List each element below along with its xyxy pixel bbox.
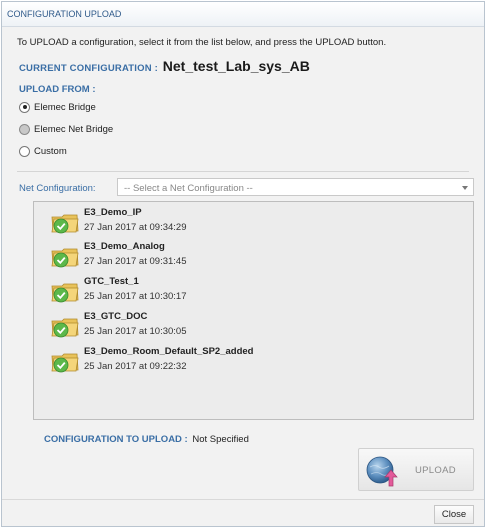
radio-unselected-icon[interactable] [19,145,30,157]
upload-from-label: UPLOAD FROM : [19,84,96,95]
folder-check-icon [51,353,79,373]
list-item[interactable]: E3_Demo_Room_Default_SP2_added 25 Jan 20… [34,341,473,375]
folder-check-icon [51,248,79,268]
list-item[interactable]: E3_Demo_Analog 27 Jan 2017 at 09:31:45 [34,236,473,270]
configuration-date: 25 Jan 2017 at 10:30:17 [84,291,187,302]
folder-check-icon [51,283,79,303]
configuration-to-upload-value: Not Specified [192,434,249,445]
current-configuration-label: CURRENT CONFIGURATION : [19,63,158,74]
globe-upload-icon [366,456,398,487]
list-item[interactable]: E3_Demo_IP 27 Jan 2017 at 09:34:29 [34,202,473,236]
dialog-title: CONFIGURATION UPLOAD [7,9,122,19]
chevron-down-icon[interactable] [462,186,468,190]
folder-check-icon [51,318,79,338]
radio-label: Elemec Bridge [34,101,96,113]
folder-check-icon [51,214,79,234]
configuration-name: E3_Demo_Analog [84,241,165,252]
configuration-upload-dialog: CONFIGURATION UPLOAD To UPLOAD a configu… [1,1,485,527]
dialog-footer: Close [2,499,484,526]
net-configuration-label: Net Configuration: [19,183,96,194]
radio-elemec-bridge[interactable]: Elemec Bridge [19,100,96,114]
upload-button[interactable]: UPLOAD [358,448,474,491]
configuration-to-upload-label: CONFIGURATION TO UPLOAD : [44,434,188,445]
current-configuration-value: Net_test_Lab_sys_AB [162,58,310,74]
configuration-name: E3_Demo_IP [84,207,142,218]
net-configuration-placeholder: -- Select a Net Configuration -- [124,183,253,194]
divider [17,171,469,172]
list-item[interactable]: GTC_Test_1 25 Jan 2017 at 10:30:17 [34,271,473,305]
configuration-name: E3_Demo_Room_Default_SP2_added [84,346,254,357]
net-configuration-select[interactable]: -- Select a Net Configuration -- [117,178,474,196]
configuration-to-upload: CONFIGURATION TO UPLOAD : Not Specified [44,434,249,445]
radio-label: Elemec Net Bridge [34,123,114,135]
configuration-name: E3_GTC_DOC [84,311,148,322]
configuration-date: 25 Jan 2017 at 09:22:32 [84,361,187,372]
current-configuration: CURRENT CONFIGURATION : Net_test_Lab_sys… [19,58,310,74]
instruction-text: To UPLOAD a configuration, select it fro… [17,37,387,48]
list-item[interactable]: E3_GTC_DOC 25 Jan 2017 at 10:30:05 [34,306,473,340]
configuration-date: 25 Jan 2017 at 10:30:05 [84,326,187,337]
configuration-date: 27 Jan 2017 at 09:31:45 [84,256,187,267]
radio-label: Custom [34,145,67,157]
close-button[interactable]: Close [434,505,474,524]
upload-button-label: UPLOAD [415,465,456,476]
configuration-name: GTC_Test_1 [84,276,139,287]
dialog-titlebar: CONFIGURATION UPLOAD [2,2,484,27]
radio-elemec-net-bridge[interactable]: Elemec Net Bridge [19,122,113,136]
configuration-date: 27 Jan 2017 at 09:34:29 [84,222,187,233]
radio-custom[interactable]: Custom [19,144,67,158]
radio-disabled-icon[interactable] [19,123,30,135]
configuration-list[interactable]: E3_Demo_IP 27 Jan 2017 at 09:34:29 E3_De… [33,201,474,420]
radio-selected-icon[interactable] [19,101,30,113]
